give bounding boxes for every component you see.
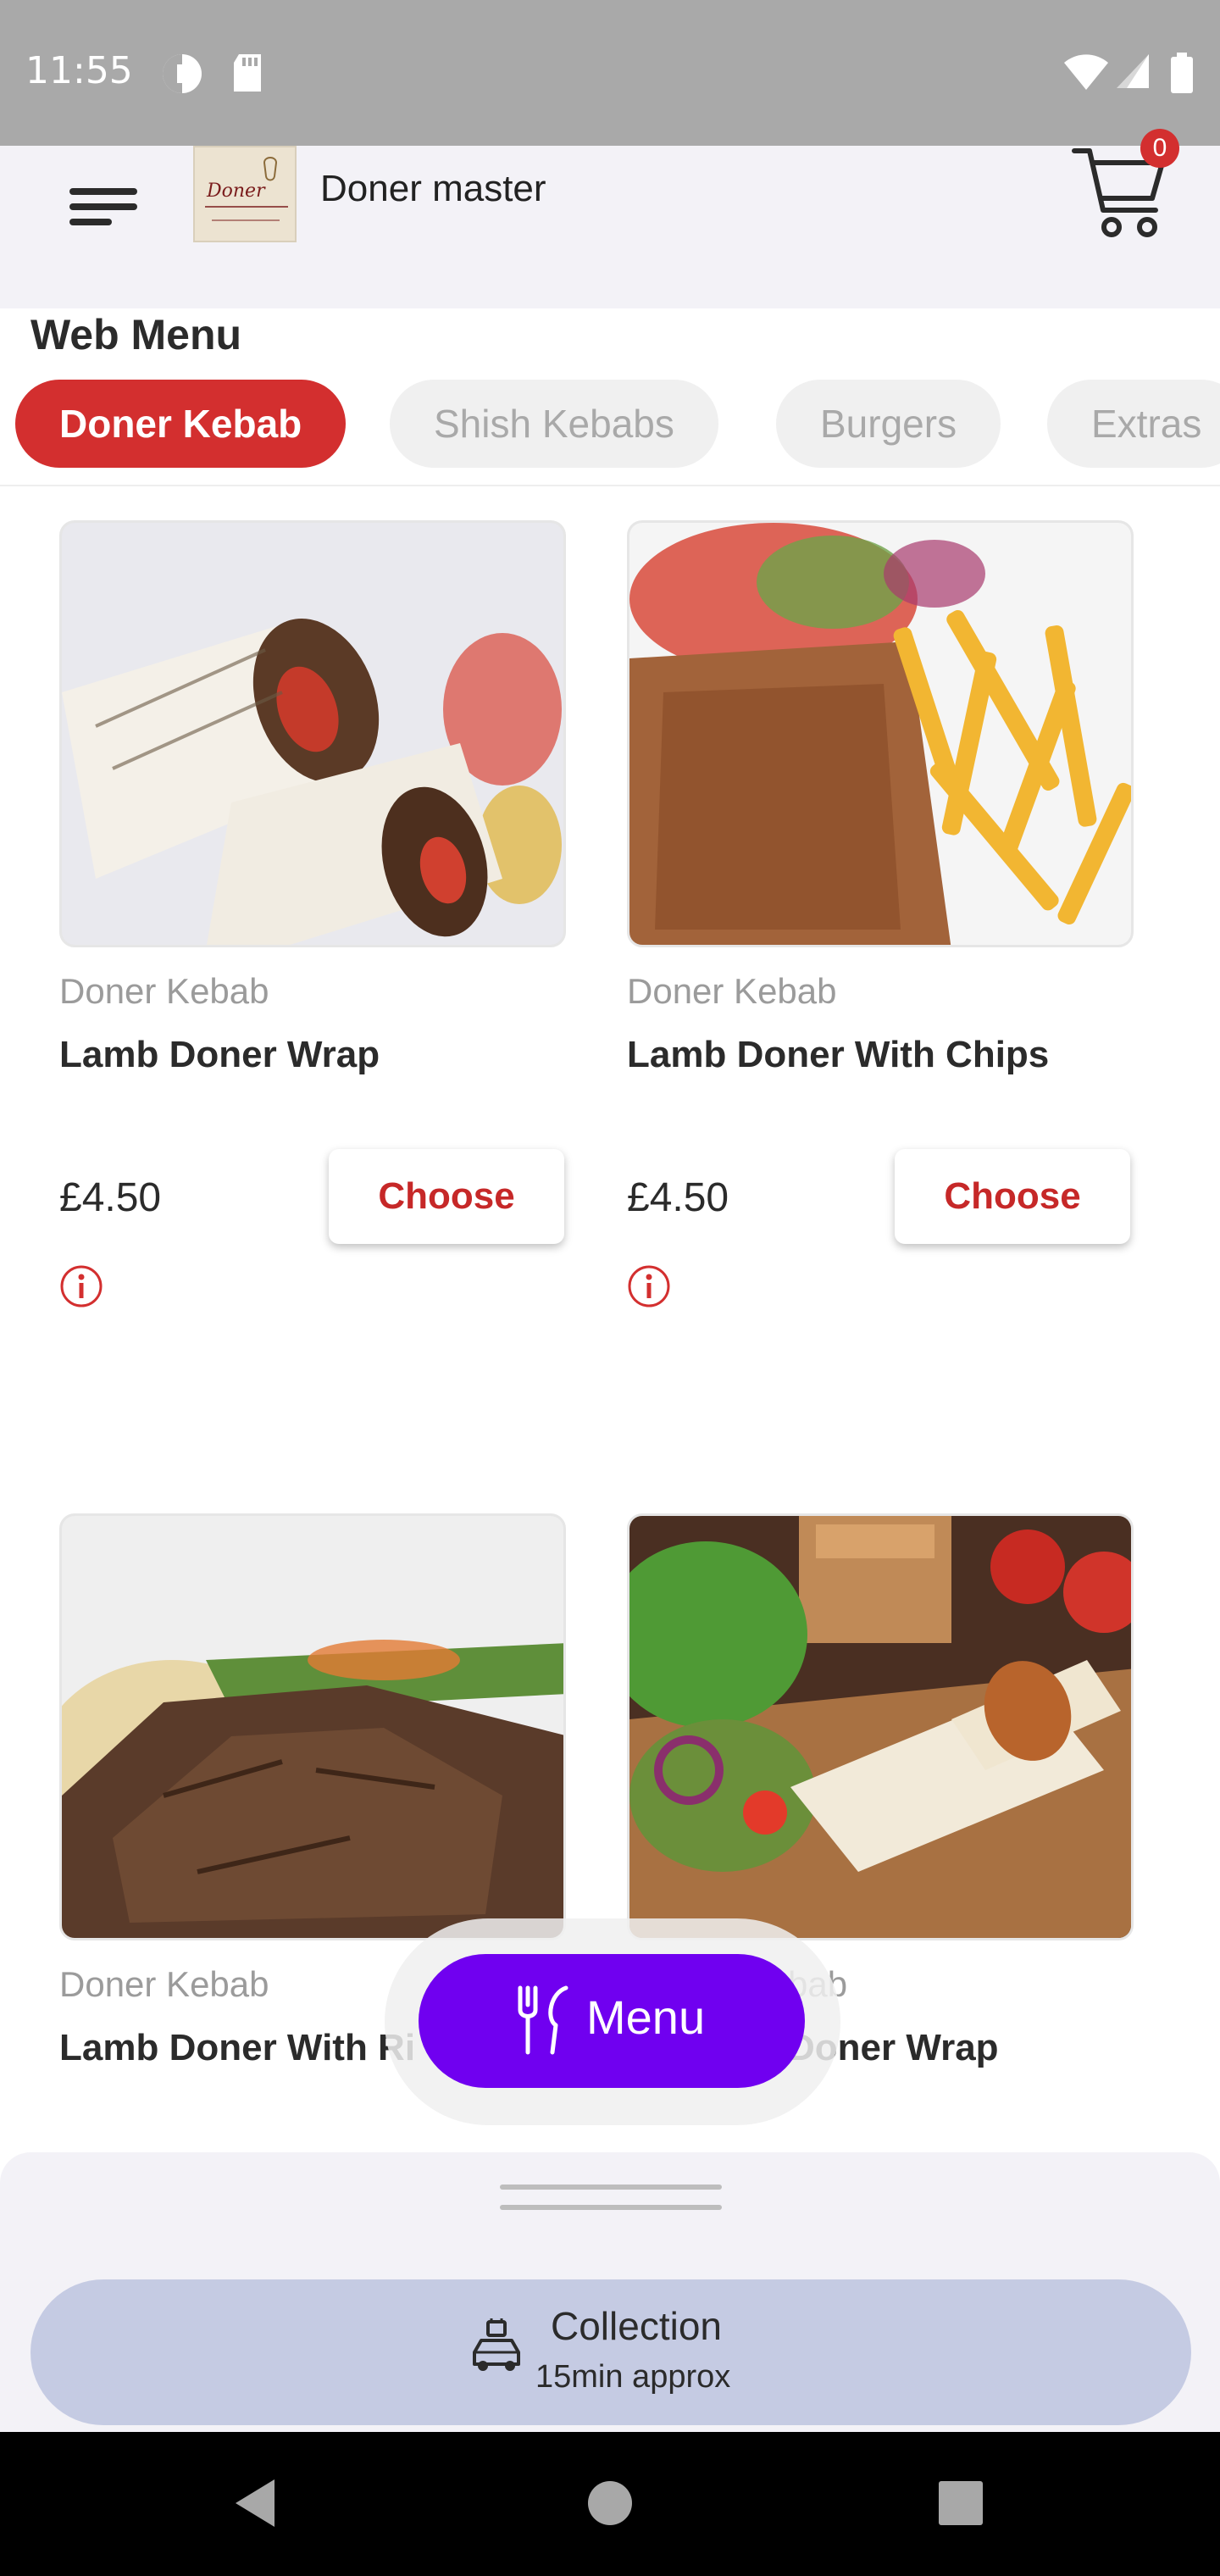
chip-burgers[interactable]: Burgers <box>776 380 1001 468</box>
hamburger-line-middle <box>69 203 137 210</box>
collection-time-estimate: 15min approx <box>535 2359 731 2395</box>
store-name: Doner master <box>320 168 546 209</box>
order-bottom-sheet: Collection 15min approx <box>0 2152 1220 2432</box>
menu-fab-button[interactable]: Menu <box>419 1954 805 2088</box>
doner-logo-image: Doner <box>195 147 295 241</box>
signal-icon <box>1117 54 1149 88</box>
board-wrap-photo <box>629 1516 1131 1938</box>
utensils-icon <box>518 1985 568 2055</box>
sheet-drag-handle-line <box>500 2205 722 2210</box>
chip-shish-kebabs[interactable]: Shish Kebabs <box>390 380 718 468</box>
product-price: £4.50 <box>59 1175 162 1220</box>
product-category: Doner Kebab <box>59 971 269 1011</box>
menu-title: Web Menu <box>30 311 242 358</box>
status-bar: 11:55 <box>0 0 1220 146</box>
sd-card-icon <box>234 54 261 92</box>
chip-doner-kebab[interactable]: Doner Kebab <box>15 380 347 468</box>
choose-button[interactable]: Choose <box>895 1149 1130 1244</box>
product-image-lamb-doner-wrap[interactable] <box>59 520 566 947</box>
product-category: Doner Kebab <box>59 1964 269 2004</box>
menu-drawer-button[interactable] <box>68 168 139 239</box>
info-icon[interactable] <box>59 1264 103 1308</box>
collection-title: Collection <box>551 2304 722 2348</box>
product-name: Lamb Doner With Ri <box>59 2027 416 2068</box>
info-icon[interactable] <box>627 1264 671 1308</box>
status-time: 11:55 <box>25 49 133 92</box>
collection-car-icon <box>473 2318 520 2371</box>
header-divider <box>0 485 1220 486</box>
product-category: Doner Kebab <box>627 971 837 1011</box>
category-chip-bar[interactable]: Doner Kebab Shish Kebabs Burgers Extras <box>0 380 1220 468</box>
battery-icon <box>1171 53 1193 93</box>
recents-icon[interactable] <box>937 2479 984 2527</box>
chip-extras[interactable]: Extras <box>1047 380 1220 468</box>
collection-mode-button[interactable]: Collection 15min approx <box>30 2279 1191 2425</box>
hamburger-line-bottom <box>69 219 112 225</box>
system-navigation-bar <box>0 2432 1220 2576</box>
store-logo: Doner <box>193 146 297 242</box>
app-header: Doner Doner master 0 <box>0 129 1220 308</box>
cart-count-badge: 0 <box>1140 129 1179 168</box>
choose-button[interactable]: Choose <box>329 1149 564 1244</box>
chips-photo <box>629 523 1131 945</box>
menu-fab-label: Menu <box>586 1990 706 2044</box>
product-price: £4.50 <box>627 1175 729 1220</box>
product-image-doner-wrap[interactable] <box>627 1513 1134 1940</box>
wifi-icon <box>1064 54 1108 90</box>
sheet-drag-handle[interactable] <box>500 2185 722 2190</box>
wrap-photo <box>62 523 563 945</box>
product-image-lamb-doner-with-chips[interactable] <box>627 520 1134 947</box>
logo-wordmark: Doner <box>206 180 266 202</box>
back-icon[interactable] <box>230 2476 278 2530</box>
product-name: Lamb Doner Wrap <box>59 1034 380 1075</box>
app-screen: 11:55 Doner Doner master 0 Web Menu Done… <box>0 0 1220 2576</box>
rice-photo <box>62 1516 563 1938</box>
product-image-lamb-doner-with-rice[interactable] <box>59 1513 566 1940</box>
hamburger-line-top <box>69 188 137 195</box>
home-icon[interactable] <box>586 2479 634 2527</box>
privacy-icon <box>163 54 202 93</box>
product-name: Lamb Doner With Chips <box>627 1034 1050 1075</box>
